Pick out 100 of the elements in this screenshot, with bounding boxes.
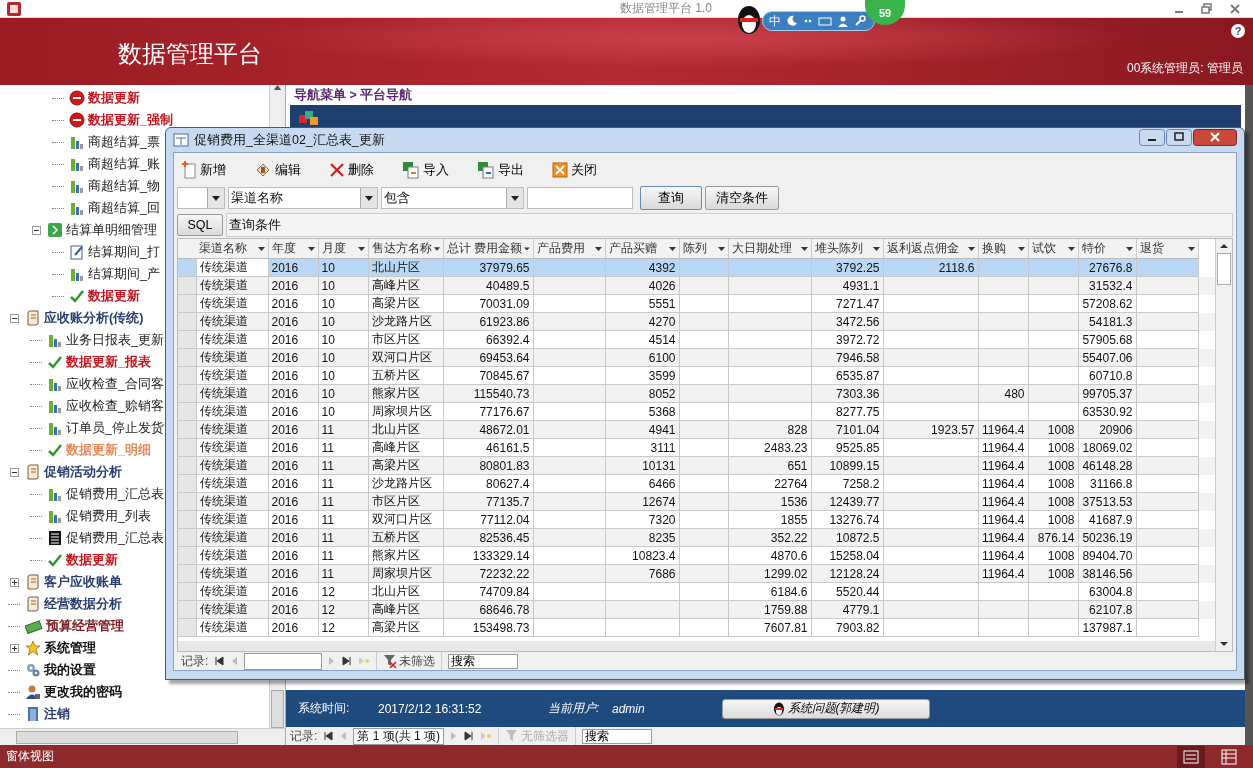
expand-toggle[interactable] [31, 225, 41, 235]
tree-item[interactable]: 订单员_停止发货 [66, 419, 164, 437]
column-header[interactable]: 产品费用 [533, 239, 605, 259]
first-record-icon[interactable] [214, 656, 225, 666]
last-record-icon[interactable] [342, 656, 353, 666]
tree-item[interactable]: 结算期间_打 [88, 243, 160, 261]
combo-box[interactable] [177, 187, 225, 209]
toolbar-button[interactable]: 删除 [329, 161, 374, 179]
tree-item[interactable]: 业务日报表_更新 [66, 331, 164, 349]
maximize-icon[interactable] [1166, 128, 1192, 146]
tree-item[interactable]: 结算单明细管理 [66, 221, 157, 239]
tree-item[interactable]: 促销费用_列表 [66, 507, 151, 525]
value-field[interactable] [527, 187, 633, 209]
table-row[interactable]: 传统渠道 2016 10 五桥片区 70845.67 3599 6535.87 60710.8 [178, 366, 1215, 385]
tree-item[interactable]: 数据更新_强制 [88, 111, 173, 129]
table-row[interactable]: 传统渠道 2016 10 周家坝片区 77176.67 5368 8277.75 63530.92 [178, 402, 1215, 421]
close-icon[interactable] [1229, 2, 1241, 15]
sql-button[interactable]: SQL [177, 214, 223, 236]
table-row[interactable]: 传统渠道 2016 11 熊家片区 133329.14 10823.4 4870.6 15258.04 11964.4 1008 89404.70 [178, 546, 1215, 565]
column-header[interactable]: 总计 费用金额 [443, 239, 533, 259]
tree-item[interactable]: 预算经营管理 [46, 617, 124, 635]
toolbar-button[interactable]: 编辑 [254, 161, 301, 179]
column-header[interactable]: 年度 [268, 239, 318, 259]
toolbar-button[interactable]: 导入 [402, 161, 449, 179]
table-row[interactable]: 传统渠道 2016 10 沙龙路片区 61923.86 4270 3472.56 54181.3 [178, 312, 1215, 331]
scrollbar-thumb[interactable] [271, 690, 284, 728]
column-header[interactable]: 试饮 [1028, 239, 1078, 259]
tree-item[interactable]: 数据更新 [88, 287, 140, 305]
tree-item[interactable]: 应收检查_赊销客 [66, 397, 164, 415]
expand-toggle[interactable] [9, 467, 19, 477]
table-row[interactable]: 传统渠道 2016 12 北山片区 74709.84 6184.6 5520.44 63004.8 [178, 582, 1215, 601]
restore-icon[interactable] [1201, 2, 1213, 15]
tree-item[interactable]: 商超结算_票 [88, 133, 160, 151]
tree-item[interactable]: 更改我的密码 [44, 683, 122, 701]
query-button[interactable]: 查询 [640, 186, 702, 210]
tree-item[interactable]: 系统管理 [44, 639, 96, 657]
column-header[interactable]: 产品买赠 [605, 239, 679, 259]
scrollbar-thumb[interactable] [1217, 253, 1231, 285]
expand-toggle[interactable] [9, 643, 19, 653]
toolbar-button[interactable]: 关闭 [552, 161, 597, 179]
scrollbar[interactable] [1215, 239, 1232, 651]
operator-combo-box[interactable]: 包含 [381, 187, 524, 209]
close-icon[interactable] [1193, 128, 1237, 146]
scrollbar-thumb[interactable] [16, 730, 238, 744]
minimize-icon[interactable] [1139, 128, 1165, 146]
table-row[interactable]: 传统渠道 2016 12 高梁片区 153498.73 7607.81 7903.82 137987.1 [178, 618, 1215, 637]
table-row[interactable]: 传统渠道 2016 11 沙龙路片区 80627.4 6466 22764 7258.2 11964.4 1008 31166.8 [178, 474, 1215, 493]
tree-item[interactable]: 数据更新 [88, 89, 140, 107]
support-button[interactable]: 系统问题(郭建明) [722, 698, 930, 719]
table-row[interactable]: 传统渠道 2016 10 市区片区 66392.4 4514 3972.72 57905.68 [178, 330, 1215, 349]
toolbar-button[interactable]: 导出 [477, 161, 524, 179]
person-icon[interactable] [837, 15, 849, 27]
form-view-icon[interactable] [1177, 745, 1205, 768]
tree-item[interactable]: 应收检查_合同客 [66, 375, 164, 393]
table-row[interactable]: 传统渠道 2016 11 市区片区 77135.7 12674 1536 12439.77 11964.4 1008 37513.53 [178, 492, 1215, 511]
tree-item[interactable]: 促销活动分析 [44, 463, 122, 481]
column-header[interactable]: 渠道名称 [196, 239, 268, 259]
breadcrumb[interactable]: 导航菜单 > 平台导航 [294, 86, 413, 104]
table-row[interactable]: 传统渠道 2016 11 周家坝片区 72232.22 7686 1299.02 12128.24 11964.4 1008 38146.56 [178, 564, 1215, 583]
help-button[interactable]: ? [1231, 24, 1245, 38]
column-header[interactable]: 大日期处理 [728, 239, 811, 259]
condition-field[interactable]: 查询条件 [226, 213, 1233, 237]
moon-icon[interactable] [786, 15, 798, 27]
table-row[interactable]: 传统渠道 2016 11 五桥片区 82536.45 8235 352.22 10872.5 11964.4 876.14 50236.19 [178, 528, 1215, 547]
tree-item[interactable]: 应收账分析(传统) [44, 309, 144, 327]
last-record-icon[interactable] [464, 731, 475, 741]
tree-item[interactable]: 商超结算_账 [88, 155, 160, 173]
record-field[interactable] [244, 652, 323, 670]
table-row[interactable]: 传统渠道 2016 10 熊家片区 115540.73 8052 7303.36 480 99705.37 [178, 384, 1215, 403]
tree-item[interactable]: 商超结算_物 [88, 177, 160, 195]
column-header[interactable]: 陈列 [679, 239, 728, 259]
tree-item[interactable]: 注销 [44, 705, 70, 723]
wrench-icon[interactable] [854, 15, 866, 27]
table-row[interactable]: 传统渠道 2016 10 北山片区 37979.65 4392 3792.25 2118.6 27676.8 [178, 258, 1215, 277]
column-header[interactable]: 月度 [318, 239, 368, 259]
filter-button[interactable]: 未筛选 [376, 652, 443, 670]
clear-button[interactable]: 清空条件 [705, 186, 779, 210]
table-row[interactable]: 传统渠道 2016 12 高峰片区 68646.78 1759.88 4779.1 62107.8 [178, 600, 1215, 619]
toolbar-button[interactable]: 新增 [181, 161, 226, 179]
input-mode-button[interactable]: 中 [769, 12, 781, 30]
field-combo-box[interactable]: 渠道名称 [228, 187, 378, 209]
table-row[interactable]: 传统渠道 2016 10 高梁片区 70031.09 5551 7271.47 57208.62 [178, 294, 1215, 313]
column-header[interactable]: 售达方名称 [368, 239, 443, 259]
search-field[interactable]: 搜索 [582, 728, 653, 744]
table-row[interactable]: 传统渠道 2016 10 高峰片区 40489.5 4026 4931.1 31532.4 [178, 276, 1215, 295]
tree-item[interactable]: 数据更新 [66, 551, 118, 569]
tree-item[interactable]: 促销费用_汇总表 [66, 485, 164, 503]
tree-item[interactable]: 商超结算_回 [88, 199, 160, 217]
column-header[interactable]: 特价 [1078, 239, 1136, 259]
column-header[interactable]: 换购 [978, 239, 1028, 259]
table-row[interactable]: 传统渠道 2016 11 双河口片区 77112.04 7320 1855 13276.74 11964.4 1008 41687.9 [178, 510, 1215, 529]
expand-toggle[interactable] [9, 313, 19, 323]
record-position-field[interactable]: 第 1 项(共 1 项) [353, 727, 445, 745]
first-record-icon[interactable] [323, 731, 334, 741]
tree-item[interactable]: 客户应收账单 [44, 573, 122, 591]
expand-toggle[interactable] [9, 577, 19, 587]
tree-item[interactable]: 促销费用_汇总表 [66, 529, 164, 547]
horizontal-scrollbar[interactable] [0, 728, 285, 745]
tree-item[interactable]: 数据更新_报表 [66, 353, 151, 371]
search-field[interactable]: 搜索 [448, 653, 519, 669]
